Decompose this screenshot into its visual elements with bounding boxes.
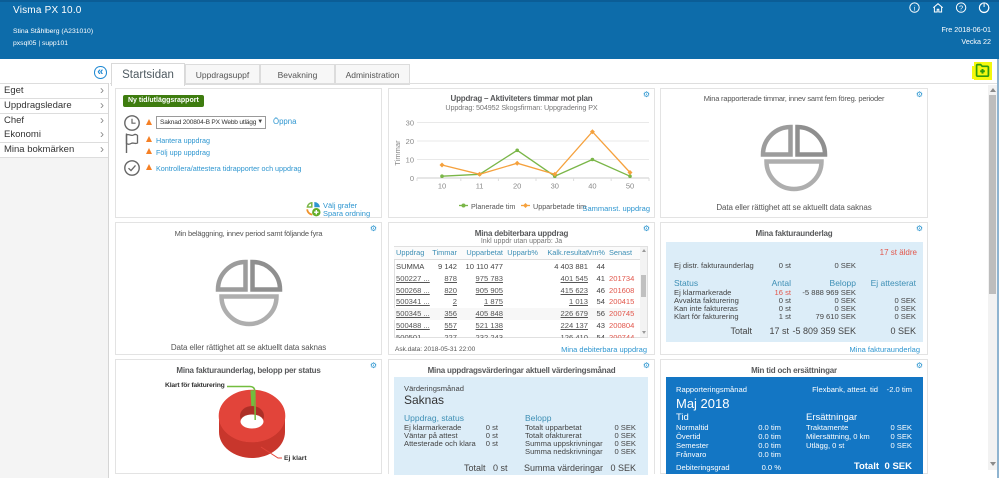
svg-text:40: 40 <box>588 182 596 191</box>
svg-text:20: 20 <box>513 182 521 191</box>
svg-text:0: 0 <box>410 174 414 183</box>
svg-text:10: 10 <box>406 156 414 165</box>
svg-text:10: 10 <box>438 182 446 191</box>
svg-text:20: 20 <box>406 137 414 146</box>
svg-text:30: 30 <box>551 182 559 191</box>
svg-text:Timmar: Timmar <box>393 140 402 166</box>
svg-text:?: ? <box>959 4 963 13</box>
svg-text:11: 11 <box>476 182 484 191</box>
svg-text:30: 30 <box>406 119 414 128</box>
svg-text:i: i <box>914 4 916 12</box>
svg-text:50: 50 <box>626 182 634 191</box>
